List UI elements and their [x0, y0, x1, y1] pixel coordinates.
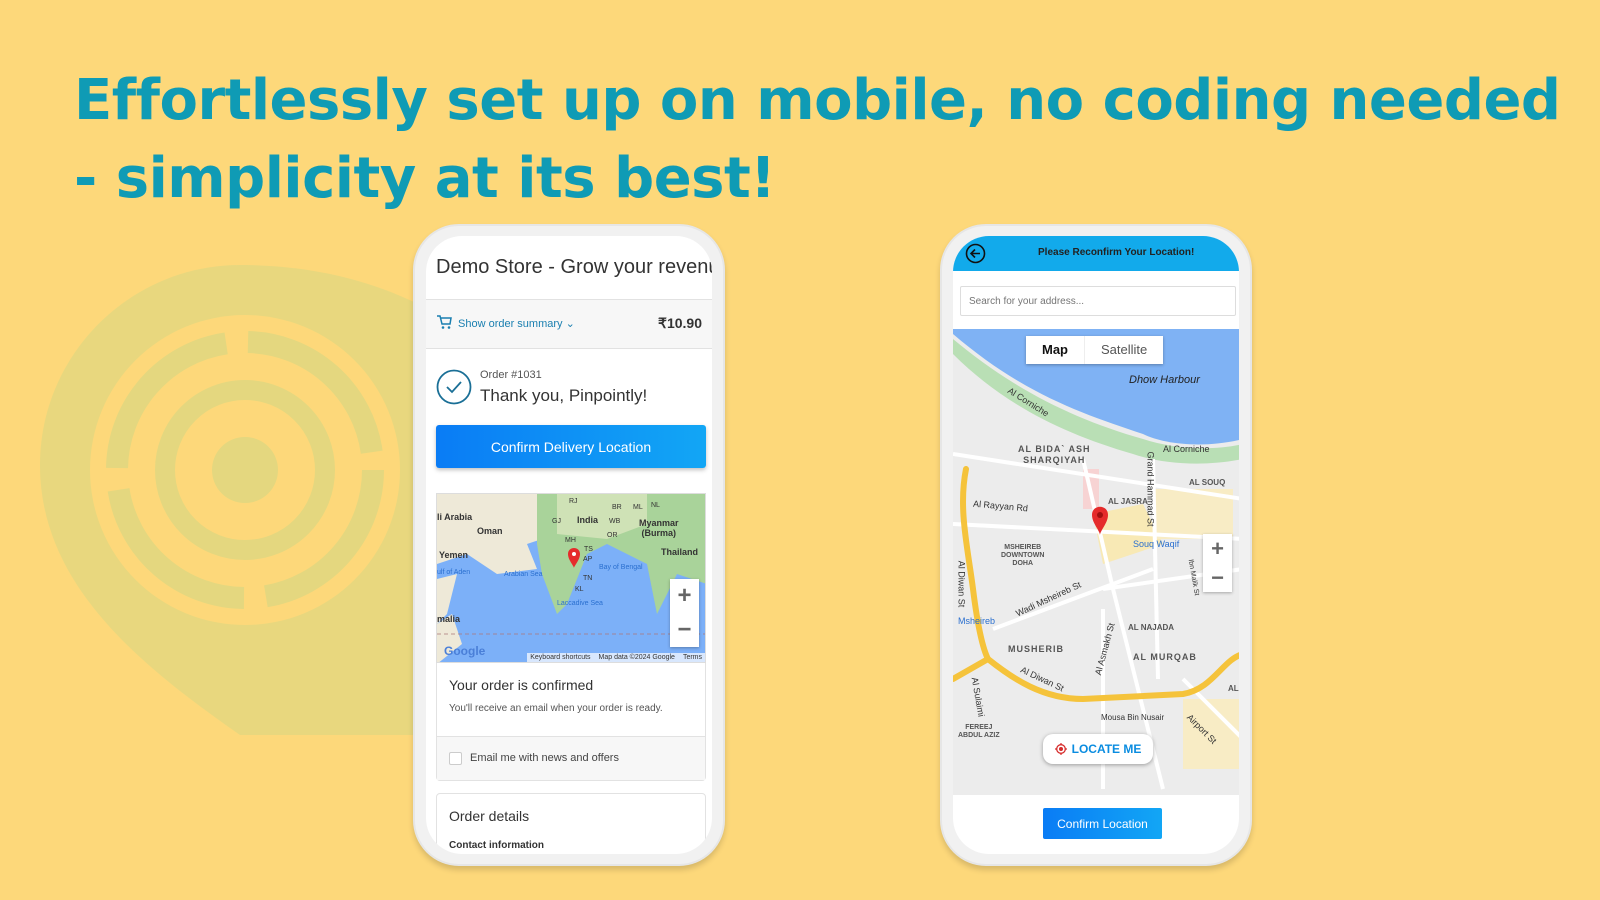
zoom-in-button[interactable]: + — [677, 582, 691, 610]
map-label: KL — [575, 586, 584, 593]
store-title: Demo Store - Grow your revenue — [436, 256, 712, 278]
map-label: GJ — [552, 518, 561, 525]
confirm-location-button[interactable]: Confirm Location — [1043, 808, 1162, 839]
map-label: li Arabia — [437, 512, 473, 522]
order-details-title: Order details — [449, 808, 530, 824]
map-label: AL NAJADA — [1128, 623, 1175, 632]
back-arrow-icon[interactable] — [965, 243, 986, 264]
order-summary-bar: Show order summary ⌄ ₹10.90 — [426, 299, 712, 349]
map-label: Dhow Harbour — [1129, 374, 1200, 386]
map-zoom-control: + − — [1203, 534, 1232, 592]
map-data-attribution: Map data ©2024 Google — [598, 654, 675, 661]
water-label: ulf of Aden — [437, 569, 471, 576]
contact-info-label: Contact information — [449, 840, 544, 851]
order-details-section: Order details Contact information — [436, 793, 706, 854]
crosshair-icon — [1054, 743, 1067, 755]
map-label: AP — [583, 556, 593, 563]
cart-icon — [437, 315, 452, 329]
address-search-input[interactable] — [960, 286, 1236, 316]
reconfirm-location-screen: Please Reconfirm Your Location! Map Sate… — [953, 236, 1239, 854]
location-header: Please Reconfirm Your Location! — [953, 236, 1239, 271]
header-title: Please Reconfirm Your Location! — [1038, 247, 1195, 258]
google-logo: Google — [444, 644, 486, 658]
map-label: RJ — [569, 498, 578, 505]
zoom-out-button[interactable]: − — [677, 616, 691, 644]
locate-me-button[interactable]: LOCATE ME — [1043, 734, 1153, 764]
map-label: MSHEIREB DOWNTOWN DOHA — [1001, 544, 1045, 567]
map-label: AL JASRA — [1108, 497, 1148, 506]
water-label: Arabian Sea — [504, 571, 543, 578]
email-opt-in-row: Email me with news and offers — [437, 736, 705, 780]
thank-you-message: Thank you, Pinpointly! — [480, 386, 648, 405]
map-label: TS — [584, 546, 593, 553]
keyboard-shortcuts-link[interactable]: Keyboard shortcuts — [527, 653, 593, 662]
order-total: ₹10.90 — [658, 315, 702, 331]
map-label: NL — [651, 502, 660, 509]
map-label: Thailand — [661, 547, 699, 557]
map-label: AL BIDA` ASH SHARQIYAH — [1018, 444, 1091, 465]
chevron-down-icon: ⌄ — [565, 318, 575, 330]
confirmed-title: Your order is confirmed — [449, 677, 594, 693]
pin-logo-watermark — [40, 265, 420, 735]
map-label: Yemen — [439, 550, 469, 560]
map-label: TN — [583, 575, 593, 582]
check-circle-icon — [436, 369, 472, 405]
map-label: Al Corniche — [1163, 444, 1210, 454]
water-label: Laccadive Sea — [557, 600, 603, 607]
map-zoom-control: + − — [670, 579, 699, 647]
left-phone: Demo Store - Grow your revenue Show orde… — [413, 224, 725, 866]
confirmed-text: You'll receive an email when your order … — [449, 703, 663, 714]
order-map[interactable]: li Arabia Oman Yemen India Myanmar (Burm… — [436, 493, 706, 663]
map-label: Souq Waqif — [1133, 539, 1180, 549]
email-opt-in-checkbox[interactable] — [449, 752, 462, 765]
map-label: India — [577, 515, 599, 525]
order-confirmed-section: Your order is confirmed You'll receive a… — [436, 663, 706, 781]
order-status-screen: Demo Store - Grow your revenue Show orde… — [426, 236, 712, 854]
map-label: Al Diwan St — [956, 560, 967, 608]
map-label: Msheireb — [958, 616, 996, 626]
map-label: OR — [607, 532, 618, 539]
map-label: AL MURQAB — [1133, 652, 1197, 662]
map-label: MUSHERIB — [1008, 644, 1065, 654]
confirm-delivery-location-button[interactable]: Confirm Delivery Location — [436, 425, 706, 468]
map-label: BR — [612, 504, 622, 511]
map-label: Grand Hammad St — [1145, 451, 1156, 527]
map-label: Mousa Bin Nusair — [1101, 713, 1165, 722]
map-label: AL — [1228, 684, 1239, 693]
map-label: AL SOUQ — [1189, 478, 1226, 487]
map-label: ML — [633, 504, 643, 511]
tab-satellite[interactable]: Satellite — [1085, 336, 1163, 364]
map-label: MH — [565, 537, 576, 544]
water-label: Bay of Bengal — [599, 564, 643, 571]
map-label: malia — [437, 614, 461, 624]
map-label: Oman — [477, 526, 503, 536]
show-order-summary-link[interactable]: Show order summary ⌄ — [458, 317, 575, 330]
map-label: FEREEJ ABDUL AZIZ — [958, 724, 1000, 739]
order-number: Order #1031 — [480, 369, 542, 381]
right-phone: Please Reconfirm Your Location! Map Sate… — [940, 224, 1252, 866]
zoom-in-button[interactable]: + — [1211, 536, 1224, 562]
location-map[interactable]: Map Satellite Dhow Harbour Al Corniche A… — [953, 329, 1239, 795]
map-footer: Keyboard shortcuts Map data ©2024 Google… — [527, 653, 705, 662]
order-summary-label: Show order summary — [458, 318, 563, 330]
email-opt-in-label: Email me with news and offers — [470, 752, 619, 764]
tab-map[interactable]: Map — [1026, 336, 1085, 364]
map-label: Myanmar (Burma) — [639, 518, 679, 538]
terms-link[interactable]: Terms — [680, 653, 705, 662]
map-type-toggle: Map Satellite — [1026, 336, 1164, 364]
locate-me-label: LOCATE ME — [1071, 742, 1142, 756]
zoom-out-button[interactable]: − — [1211, 565, 1224, 591]
map-label: WB — [609, 518, 621, 525]
headline: Effortlessly set up on mobile, no coding… — [74, 68, 1561, 211]
